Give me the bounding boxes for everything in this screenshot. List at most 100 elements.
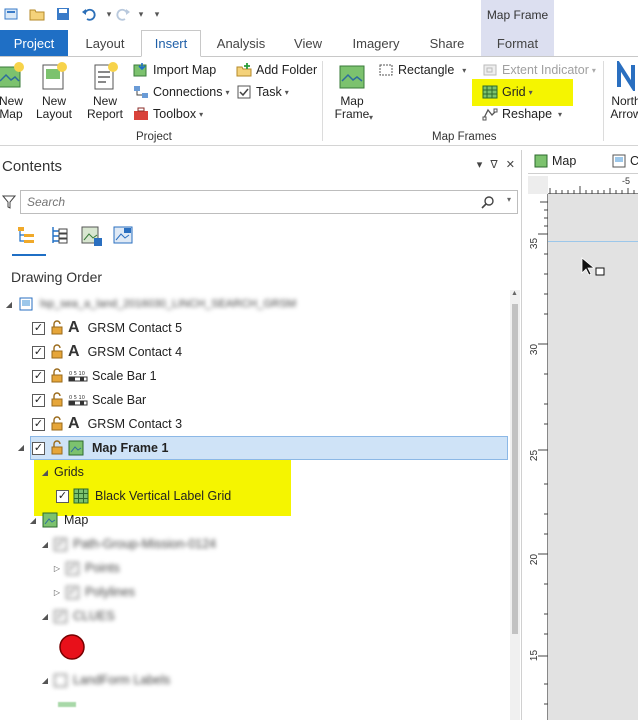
- reshape-button[interactable]: Reshape ▾: [482, 104, 562, 124]
- visibility-checkbox[interactable]: ✓: [32, 441, 45, 455]
- tree-group-layer[interactable]: ◢ ✓ Path-Group-Mission-0124: [0, 532, 512, 556]
- ruler-vertical: 35 30 25 20 15: [528, 194, 548, 720]
- contents-scrollbar[interactable]: ▲: [510, 290, 520, 720]
- map-frame-icon: [68, 440, 84, 456]
- expand-icon[interactable]: ▷: [52, 564, 62, 573]
- lock-icon[interactable]: [49, 392, 65, 408]
- toolbox-button[interactable]: Toolbox ▾: [133, 104, 203, 124]
- red-circle-symbol-icon: [59, 634, 85, 660]
- connections-icon: [134, 86, 148, 98]
- rectangle-button[interactable]: Rectangle ▾: [378, 60, 466, 80]
- group-label-map-frames: Map Frames: [432, 131, 497, 143]
- undo-icon[interactable]: [78, 4, 100, 24]
- connections-button[interactable]: Connections ▾: [133, 82, 230, 102]
- lock-icon[interactable]: [49, 416, 65, 432]
- visibility-checkbox[interactable]: ✓: [32, 417, 45, 431]
- scroll-up-icon[interactable]: ▲: [511, 290, 518, 297]
- text-element-icon: A: [68, 415, 80, 432]
- visibility-checkbox[interactable]: ✓: [66, 561, 79, 575]
- tab-format[interactable]: Format: [481, 30, 554, 56]
- lock-icon[interactable]: [49, 320, 65, 336]
- list-by-labeling-icon[interactable]: [112, 224, 136, 248]
- tab-second-view[interactable]: C: [612, 154, 638, 168]
- item-label: Black Vertical Label Grid: [95, 489, 232, 503]
- tree-group-layer-2[interactable]: ◢ ✓ CLUES: [0, 604, 512, 628]
- import-map-label: Import Map: [153, 63, 217, 77]
- visibility-checkbox[interactable]: ✓: [32, 369, 45, 383]
- tree-item-black-vertical-label-grid[interactable]: ✓ Black Vertical Label Grid: [0, 484, 512, 508]
- filter-icon[interactable]: [1, 194, 17, 213]
- visibility-checkbox[interactable]: ✓: [32, 321, 45, 335]
- tab-insert[interactable]: Insert: [141, 30, 201, 57]
- tab-project[interactable]: Project: [0, 30, 68, 56]
- tab-map-view[interactable]: Map: [534, 154, 576, 168]
- item-label: Scale Bar: [92, 393, 147, 407]
- map-frame-button[interactable]: Map Frame ▾: [330, 61, 374, 122]
- tab-imagery[interactable]: Imagery: [340, 30, 412, 56]
- collapse-icon[interactable]: ◢: [40, 676, 50, 685]
- visibility-checkbox[interactable]: ✓: [54, 609, 67, 623]
- tree-item-map-frame-1[interactable]: ✓ Map Frame 1: [30, 436, 508, 460]
- visibility-checkbox[interactable]: ✓: [66, 585, 79, 599]
- list-by-selection-icon[interactable]: [80, 224, 104, 248]
- ruler-label: 25: [529, 449, 541, 462]
- pane-options-icon[interactable]: ▾: [477, 158, 483, 171]
- tab-share[interactable]: Share: [416, 30, 478, 56]
- collapse-icon[interactable]: ◢: [40, 468, 50, 477]
- visibility-checkbox[interactable]: ✓: [56, 489, 69, 503]
- north-arrow-button[interactable]: North Arrow: [606, 61, 638, 121]
- visibility-checkbox[interactable]: ✓: [32, 345, 45, 359]
- list-by-drawing-order-icon[interactable]: [16, 224, 40, 248]
- visibility-checkbox[interactable]: ✓: [54, 537, 67, 551]
- tree-item-scale-bar-1[interactable]: ✓ 0 5 10 Scale Bar 1: [0, 364, 512, 388]
- task-button[interactable]: Task ▾: [236, 82, 289, 102]
- list-by-source-icon[interactable]: [48, 224, 72, 248]
- search-input[interactable]: [21, 191, 461, 213]
- tree-item-grsm-contact-5[interactable]: ✓ A GRSM Contact 5: [0, 316, 512, 340]
- open-project-icon[interactable]: [26, 4, 48, 24]
- tree-item-grsm-contact-4[interactable]: ✓ A GRSM Contact 4: [0, 340, 512, 364]
- add-folder-icon: [236, 63, 252, 77]
- grids-label: Grids: [54, 465, 84, 479]
- text-element-icon: A: [68, 343, 80, 360]
- new-report-button[interactable]: New Report: [82, 61, 128, 121]
- save-project-icon[interactable]: [52, 4, 74, 24]
- pin-icon[interactable]: ᐁ: [490, 158, 498, 171]
- close-icon[interactable]: ✕: [506, 158, 515, 171]
- map-frame-icon: [339, 65, 365, 89]
- collapse-icon[interactable]: ◢: [4, 300, 14, 309]
- tree-layout-root[interactable]: ◢ lsp_sea_a_land_2016030_LINCH_SEARCH_GR…: [0, 292, 512, 316]
- tree-item-map[interactable]: ◢ Map: [0, 508, 512, 532]
- extent-indicator-button[interactable]: Extent Indicator ▾: [482, 60, 596, 80]
- tree-item-points[interactable]: ▷ ✓ Points: [0, 556, 512, 580]
- collapse-icon[interactable]: ◢: [40, 612, 50, 621]
- lock-icon[interactable]: [49, 344, 65, 360]
- new-map-button[interactable]: New Map: [0, 61, 28, 121]
- new-project-icon[interactable]: [0, 4, 22, 24]
- search-icon[interactable]: [481, 195, 495, 212]
- collapse-icon[interactable]: ◢: [28, 516, 38, 525]
- collapse-icon[interactable]: ◢: [40, 540, 50, 549]
- customize-toolbar-icon[interactable]: ▾: [146, 4, 168, 24]
- tab-view[interactable]: View: [280, 30, 336, 56]
- tree-item-grsm-contact-3[interactable]: ✓ A GRSM Contact 3: [0, 412, 512, 436]
- tab-analysis[interactable]: Analysis: [206, 30, 276, 56]
- tree-item-scale-bar[interactable]: ✓ 0 5 10 Scale Bar: [0, 388, 512, 412]
- ruler-horizontal: -5: [548, 176, 638, 194]
- add-folder-button[interactable]: Add Folder: [236, 60, 317, 80]
- visibility-checkbox[interactable]: ✓: [32, 393, 45, 407]
- new-layout-button[interactable]: New Layout: [32, 61, 76, 121]
- tree-item-polylines[interactable]: ▷ ✓ Polylines: [0, 580, 512, 604]
- tab-layout[interactable]: Layout: [72, 30, 138, 56]
- collapse-icon[interactable]: ◢: [16, 443, 26, 452]
- search-dropdown-icon[interactable]: ▾: [507, 195, 511, 204]
- lock-icon[interactable]: [49, 440, 65, 456]
- lock-icon[interactable]: [49, 368, 65, 384]
- import-map-button[interactable]: Import Map: [133, 60, 216, 80]
- grid-button[interactable]: Grid ▾: [482, 82, 533, 102]
- expand-icon[interactable]: ▷: [52, 588, 62, 597]
- visibility-checkbox[interactable]: [54, 673, 67, 687]
- scrollbar-thumb[interactable]: [512, 304, 518, 634]
- tree-group-layer-3[interactable]: ◢ LandForm Labels: [0, 668, 512, 692]
- tree-group-grids[interactable]: ◢ Grids: [0, 460, 512, 484]
